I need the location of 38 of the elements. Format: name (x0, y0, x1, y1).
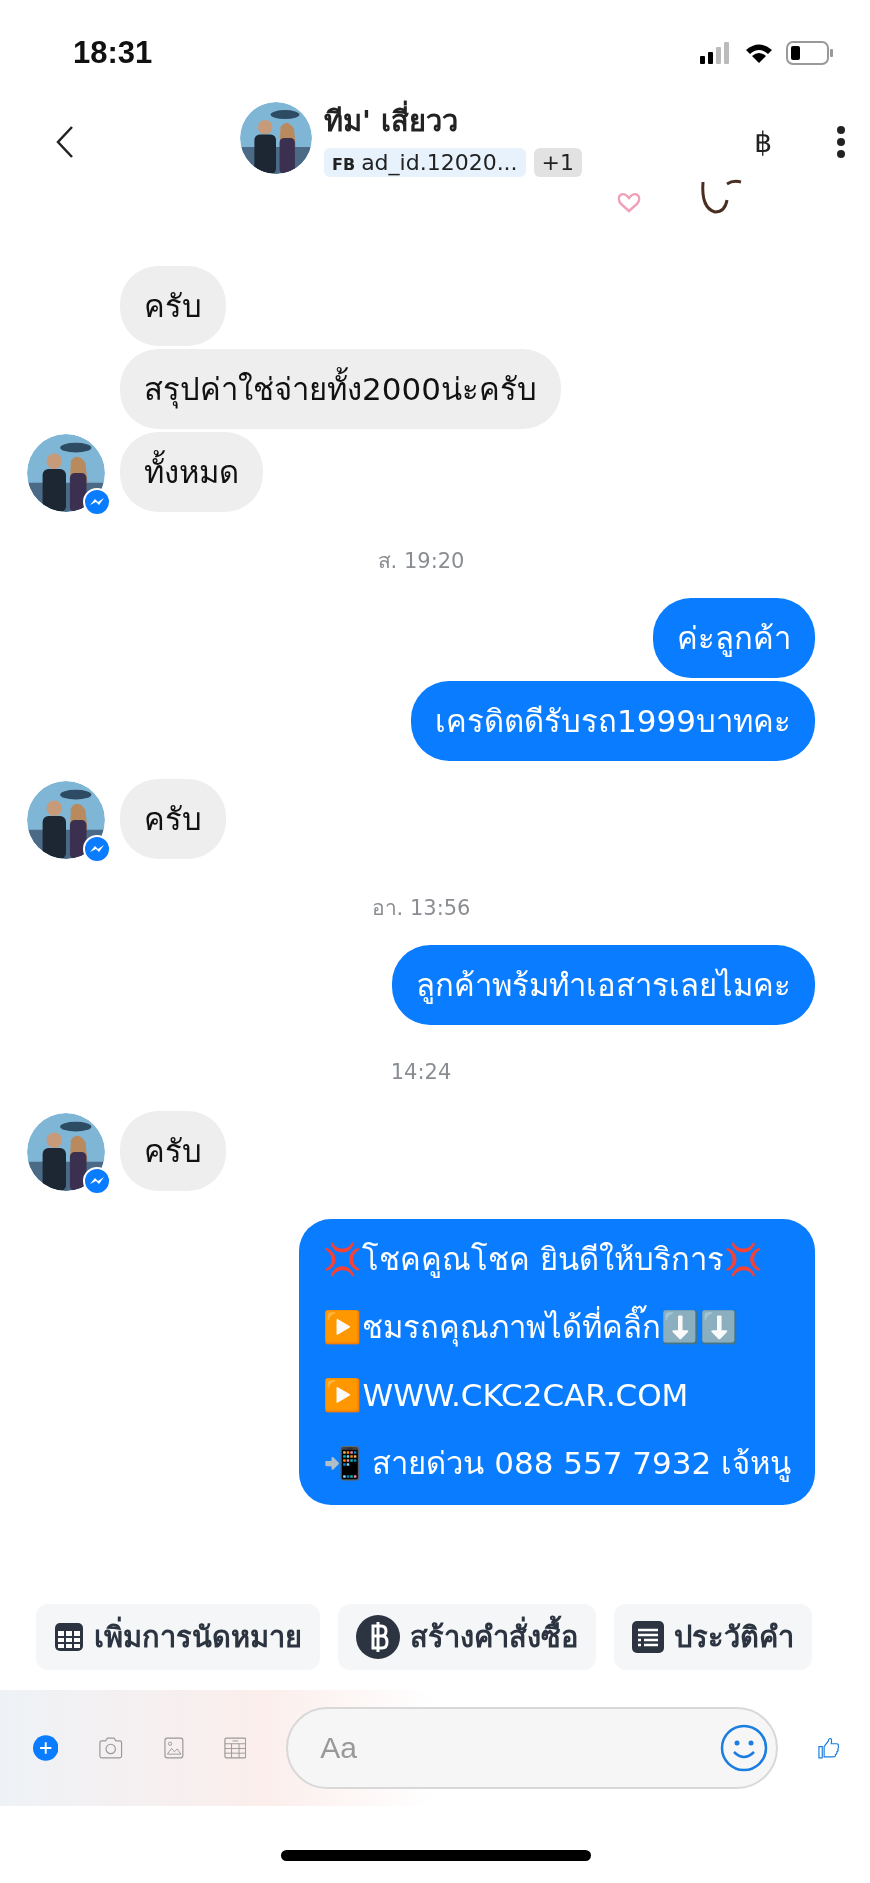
contact-name: ทีม' เสี่ยวว (324, 98, 583, 144)
message-line: 📲 สายด่วน 088 557 7932 เจ้หนู (323, 1444, 791, 1484)
emoji-icon[interactable] (720, 1724, 769, 1772)
message-input[interactable]: Aa (286, 1707, 779, 1789)
quick-reply-chip[interactable]: สร้างคำสั่งซื้อ (338, 1604, 596, 1670)
message-bubble: ครับ (120, 266, 226, 346)
back-icon[interactable] (55, 125, 75, 159)
calendar-icon (54, 1622, 84, 1652)
message-line: ▶ชมรถคุณภาพได้ที่คลิ๊ก⬇⬇ (323, 1293, 791, 1361)
tag-prefix: FB (332, 155, 356, 174)
signal-icon (700, 42, 732, 64)
tag-text: ad_id.12020... (361, 150, 518, 175)
ad-tag[interactable]: FB ad_id.12020... (324, 148, 526, 177)
timestamp: ส. 19:20 (376, 548, 466, 575)
baht-icon (356, 1615, 400, 1659)
messenger-badge-icon (83, 835, 111, 863)
quick-reply-chip[interactable]: เพิ่มการนัดหมาย (36, 1604, 320, 1670)
messenger-badge-icon (83, 488, 111, 516)
battery-icon (786, 41, 834, 65)
message-line: 💢โชคคูณโชค ยินดีให้บริการ💢 (323, 1240, 765, 1280)
more-options-icon[interactable] (836, 126, 846, 158)
currency-button[interactable]: ฿ (754, 125, 772, 159)
quick-reply-chip[interactable]: ประวัติคำ (614, 1604, 812, 1670)
message-bubble: สรุปค่าใช่จ่ายทั้ง2000น่ะครับ (120, 349, 561, 429)
list-icon (632, 1621, 664, 1653)
wifi-icon (744, 42, 774, 64)
message-line: ▶WWW.CKC2CAR.COM (323, 1376, 690, 1415)
status-time: 18:31 (73, 35, 153, 71)
more-tags-badge[interactable]: +1 (533, 148, 583, 177)
timestamp: 14:24 (389, 1059, 453, 1086)
message-bubble: ทั้งหมด (120, 432, 263, 512)
message-bubble: ครับ (120, 1111, 226, 1191)
message-bubble: ครับ (120, 779, 226, 859)
timestamp: อา. 13:56 (370, 895, 472, 922)
message-bubble: ลูกค้าพร้มทำเอสารเลยไมคะ (392, 945, 815, 1025)
messenger-badge-icon (83, 1167, 111, 1195)
message-bubble: เครดิตดีรับรถ1999บาทคะ (411, 681, 815, 761)
message-bubble: ค่ะลูกค้า (653, 598, 815, 678)
